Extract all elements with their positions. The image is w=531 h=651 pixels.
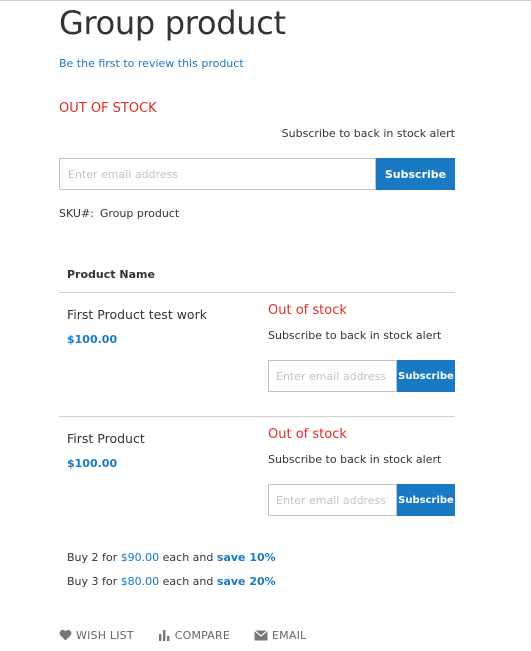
tier-price-middle: each and [162, 551, 214, 564]
table-header-product-name: Product Name [67, 268, 155, 281]
email-field[interactable] [268, 360, 397, 392]
email-field[interactable] [268, 484, 397, 516]
tier-price-item: Buy 2 for $90.00 each and save 10% [67, 551, 276, 564]
product-social-links: WISH LIST COMPARE EMAIL [59, 627, 330, 643]
email-field[interactable] [59, 158, 376, 190]
subscribe-button[interactable]: Subscribe [376, 158, 455, 190]
stock-status: OUT OF STOCK [59, 101, 157, 116]
table-row-name: First Product [67, 431, 145, 446]
sku: SKU#: Group product [59, 207, 179, 220]
wishlist-link[interactable]: WISH LIST [59, 629, 134, 642]
table-row-name: First Product test work [67, 307, 207, 322]
email-label: EMAIL [272, 628, 307, 642]
sku-label: SKU#: [59, 207, 94, 220]
table-row-divider [59, 416, 455, 417]
sku-value: Group product [99, 207, 180, 220]
tier-price-value: $80.00 [120, 575, 160, 588]
tier-price-value: $90.00 [120, 551, 160, 564]
compare-label: COMPARE [174, 628, 231, 642]
table-row-stock-status: Out of stock [268, 427, 347, 442]
tier-price-middle: each and [162, 575, 214, 588]
wishlist-label: WISH LIST [76, 628, 134, 642]
stock-alert-label: Subscribe to back in stock alert [281, 127, 455, 140]
table-header-divider [59, 292, 455, 293]
page-title: Group product [59, 4, 286, 42]
stock-alert-form: Subscribe [59, 158, 455, 190]
email-link[interactable]: EMAIL [254, 629, 306, 642]
envelope-icon [254, 629, 268, 641]
top-divider [0, 0, 531, 1]
table-row-stock-status: Out of stock [268, 303, 347, 318]
table-row-alert-form: Subscribe [268, 484, 455, 516]
subscribe-button[interactable]: Subscribe [397, 484, 455, 516]
table-row-price: $100.00 [67, 333, 118, 346]
compare-link[interactable]: COMPARE [158, 629, 230, 642]
table-row-alert-form: Subscribe [268, 360, 455, 392]
tier-price-item: Buy 3 for $80.00 each and save 20% [67, 575, 276, 588]
table-row-alert-label: Subscribe to back in stock alert [268, 453, 442, 466]
tier-price-prefix: Buy 3 for [67, 575, 118, 588]
table-row-price: $100.00 [67, 457, 118, 470]
tier-price-prefix: Buy 2 for [67, 551, 118, 564]
bar-chart-icon [158, 629, 171, 641]
review-link[interactable]: Be the first to review this product [59, 57, 244, 70]
tier-price-save: save 20% [216, 575, 276, 588]
subscribe-button[interactable]: Subscribe [397, 360, 455, 392]
tier-price-save: save 10% [216, 551, 276, 564]
heart-icon [59, 629, 72, 641]
table-row-alert-label: Subscribe to back in stock alert [268, 329, 442, 342]
